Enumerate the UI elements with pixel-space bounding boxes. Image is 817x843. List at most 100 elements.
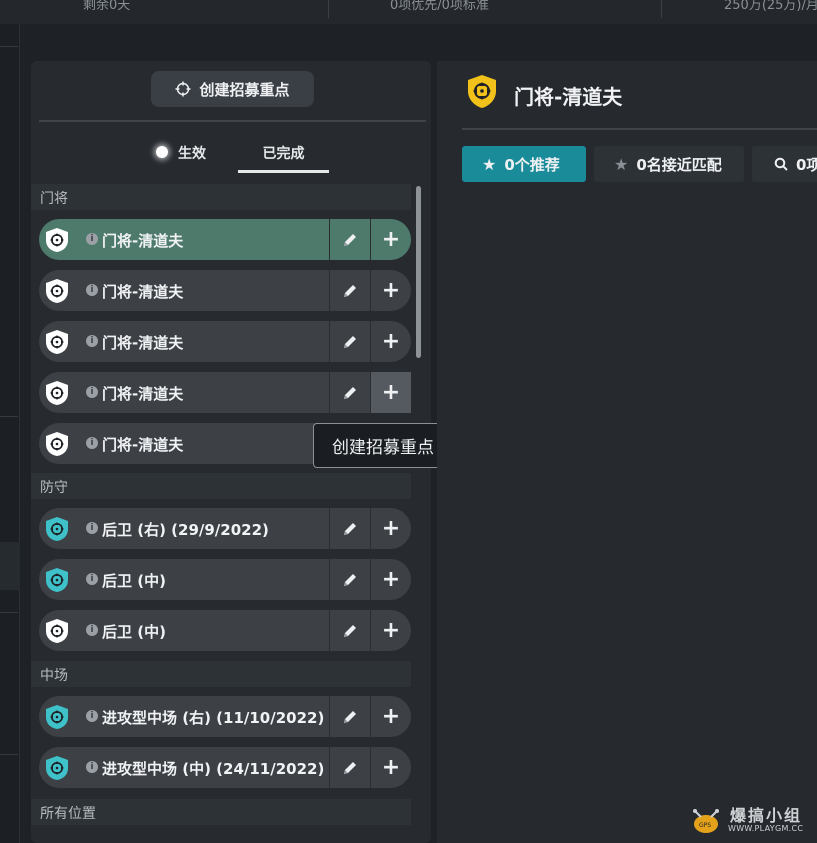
info-icon[interactable]: i [86,573,98,585]
pencil-icon [344,284,356,297]
add-button[interactable]: + [370,559,411,600]
info-icon[interactable]: i [86,437,98,449]
tooltip: 创建招募重点 [313,423,453,468]
star-icon: ★ [482,154,497,174]
add-button[interactable]: + [370,508,411,549]
list-item[interactable]: i 门将-清道夫 + [39,321,411,362]
add-button[interactable]: + [370,219,411,260]
tab-completed[interactable]: 已完成 [238,143,329,173]
filter-label: 0名接近匹配 [636,155,722,174]
list-item-label: 后卫 (中) [102,623,166,641]
scrollbar[interactable] [416,186,421,358]
info-icon[interactable]: i [86,710,98,722]
edit-button[interactable] [329,747,370,788]
plus-icon: + [381,278,401,303]
shield-white-icon [46,228,68,252]
filter-label: 0个推荐 [504,155,560,174]
add-button[interactable]: + [370,696,411,737]
list-item[interactable]: i 门将-清道夫 + [39,270,411,311]
pencil-icon [344,761,356,774]
list-item[interactable]: i 进攻型中场 (右) (11/10/2022) + [39,696,411,737]
list-item[interactable]: i 门将-清道夫 + [39,372,411,413]
pencil-icon [344,386,356,399]
create-recruitment-focus-button[interactable]: 创建招募重点 [151,71,314,107]
plus-icon: + [381,227,401,252]
list-item[interactable]: i 进攻型中场 (中) (24/11/2022) + [39,747,411,788]
info-icon[interactable]: i [86,522,98,534]
plus-icon: + [381,380,401,405]
add-button[interactable]: + [370,270,411,311]
filter-near-match-button[interactable]: ★ 0名接近匹配 [594,146,744,182]
add-button[interactable]: + [370,610,411,651]
list-item-label: 后卫 (中) [102,572,166,590]
add-button[interactable]: + [370,321,411,362]
section-header: 防守 [31,473,411,499]
edit-button[interactable] [329,508,370,549]
pencil-icon [344,624,356,637]
edit-button[interactable] [329,559,370,600]
list-item[interactable]: i 后卫 (右) (29/9/2022) + [39,508,411,549]
edit-button[interactable] [329,372,370,413]
info-icon[interactable]: i [86,761,98,773]
section-header: 所有位置 [31,799,411,825]
active-dot-icon [156,146,168,158]
list-item-label: 门将-清道夫 [102,334,184,352]
budget: 250万(25万)/月 [724,0,817,13]
status-tabs: 生效 已完成 [31,143,431,173]
nav-block [0,542,20,590]
plus-icon: + [381,755,401,780]
page-title: 门将-清道夫 [514,85,623,109]
edit-button[interactable] [329,270,370,311]
tooltip-text: 创建招募重点 [332,438,434,458]
pencil-icon [344,335,356,348]
watermark-url: WWW.PLAYGM.CC [728,824,804,833]
divider [0,754,18,755]
divider [39,120,426,122]
list-item-label: 门将-清道夫 [102,436,184,454]
shield-target-icon [468,75,496,108]
plus-icon: + [381,618,401,643]
recruitment-focus-panel: 创建招募重点 生效 已完成 门将 i 门将-清道夫 + i 门将-清道夫 + i 门将-清道夫 +… [31,61,453,843]
edit-button[interactable] [329,219,370,260]
tab-active[interactable]: 生效 [156,143,206,173]
list-item[interactable]: i 后卫 (中) + [39,610,411,651]
add-button[interactable]: + [370,747,411,788]
section-header: 中场 [31,661,411,687]
list-item-label: 后卫 (右) (29/9/2022) [102,521,269,539]
filter-search-button[interactable]: 0项 [752,146,817,182]
section-header: 门将 [31,184,411,210]
edit-button[interactable] [329,321,370,362]
edit-button[interactable] [329,610,370,651]
pencil-icon [344,522,356,535]
pencil-icon [344,710,356,723]
list-item-label: 门将-清道夫 [102,283,184,301]
list-item-label: 门将-清道夫 [102,385,184,403]
top-summary-strip: 剩余0天 0项优先/0项标准 250万(25万)/月 [0,0,817,24]
info-icon[interactable]: i [86,284,98,296]
info-icon[interactable]: i [86,624,98,636]
crosshair-icon [175,81,191,97]
info-icon[interactable]: i [86,233,98,245]
edit-button[interactable] [329,696,370,737]
divider [462,128,817,130]
list-item[interactable]: i 门将-清道夫 + [39,219,411,260]
shield-white-icon [46,432,68,456]
shield-cyan-icon [46,705,68,729]
list-item[interactable]: i 后卫 (中) + [39,559,411,600]
filter-label: 0项 [796,155,817,174]
info-icon[interactable]: i [86,335,98,347]
info-icon[interactable]: i [86,386,98,398]
days-remaining: 剩余0天 [83,0,131,13]
pencil-icon [344,573,356,586]
shield-white-icon [46,619,68,643]
filter-recommended-button[interactable]: ★ 0个推荐 [462,146,586,182]
plus-icon: + [381,516,401,541]
create-button-label: 创建招募重点 [199,80,290,99]
star-icon: ★ [614,154,629,174]
divider [0,612,18,613]
add-button[interactable]: + [370,372,411,413]
plus-icon: + [381,567,401,592]
divider [0,416,18,417]
shield-white-icon [46,330,68,354]
search-icon [774,157,788,171]
